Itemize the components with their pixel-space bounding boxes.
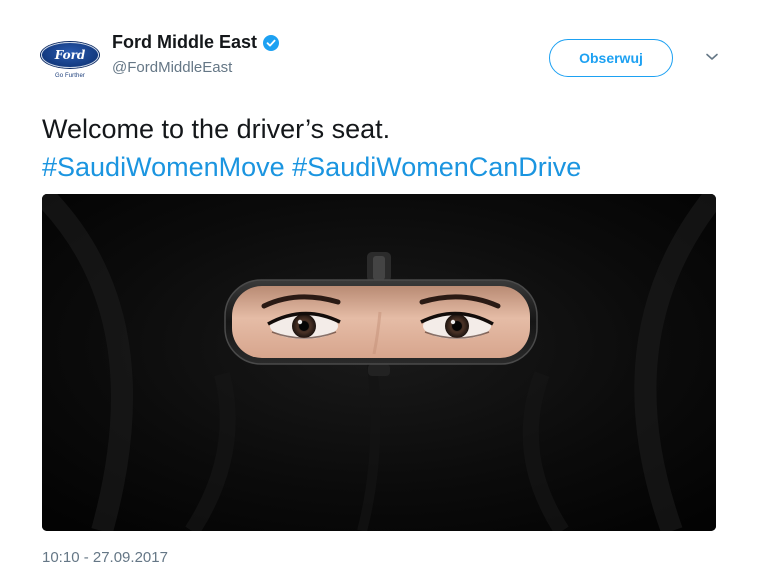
tweet-media[interactable] [42,194,716,531]
tweet-timestamp[interactable]: 10:10 - 27.09.2017 [42,549,168,566]
handle[interactable]: @FordMiddleEast [112,59,279,76]
tweet-header: Ford Go Further Ford Middle East @FordMi… [40,28,719,88]
hashtag-line: #SaudiWomenMove #SaudiWomenCanDrive [42,148,729,186]
avatar[interactable]: Ford Go Further [40,28,100,88]
tweet-text-line: Welcome to the driver’s seat. [42,114,391,144]
follow-button[interactable]: Obserwuj [549,39,673,77]
ford-tagline: Go Further [54,72,85,79]
ford-logo-icon: Ford [41,41,99,68]
follow-button-label: Obserwuj [579,50,643,66]
verified-badge-icon [263,34,280,51]
display-name-row[interactable]: Ford Middle East [112,32,280,53]
ford-logo-text: Ford [54,47,86,62]
account-names[interactable]: Ford Middle East @FordMiddleEast [112,32,280,76]
display-name[interactable]: Ford Middle East [112,32,257,53]
chevron-down-icon[interactable] [705,50,719,64]
hashtag-link[interactable]: #SaudiWomenCanDrive [292,152,581,182]
tweet-text: Welcome to the driver’s seat. #SaudiWome… [42,110,729,186]
mirror-eyes-image [42,194,716,531]
tweet-card: Ford Go Further Ford Middle East @FordMi… [0,0,759,578]
hashtag-link[interactable]: #SaudiWomenMove [42,152,285,182]
